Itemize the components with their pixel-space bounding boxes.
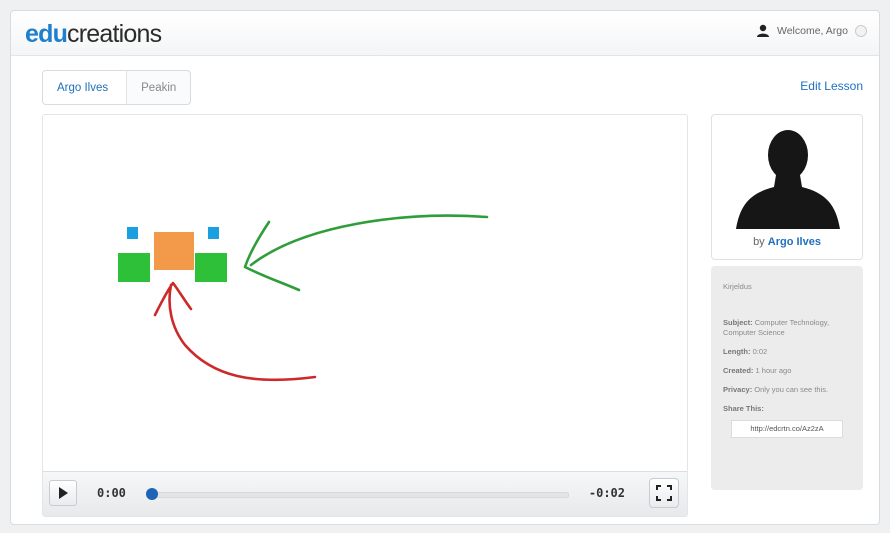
share-row: Share This: <box>723 404 851 414</box>
privacy-label: Privacy: <box>723 385 753 394</box>
share-label: Share This: <box>723 404 764 413</box>
lesson-info-panel: Kirjeldus Subject: Computer Technology, … <box>711 266 863 490</box>
logo-part-edu: edu <box>25 20 68 48</box>
app-window: educreations Welcome, Argo Argo Ilves Pe… <box>10 10 880 525</box>
privacy-row: Privacy: Only you can see this. <box>723 385 851 395</box>
description: Kirjeldus <box>723 282 752 291</box>
created-value: 1 hour ago <box>755 366 792 375</box>
green-arrow <box>243 214 489 292</box>
progress-knob[interactable] <box>146 488 158 500</box>
play-icon <box>59 487 68 499</box>
current-time: 0:00 <box>97 486 126 500</box>
length-row: Length: 0:02 <box>723 347 851 357</box>
length-value: 0:02 <box>752 347 768 356</box>
player-controls: 0:00 -0:02 <box>43 471 687 516</box>
by-label: by <box>753 236 765 248</box>
length-label: Length: <box>723 347 751 356</box>
fullscreen-icon <box>656 485 672 501</box>
blue-square-right <box>208 227 219 239</box>
share-url-field[interactable]: http://edcrtn.co/Az2zA <box>731 420 843 438</box>
dropdown-icon[interactable] <box>855 25 867 37</box>
author-byline: by Argo Ilves <box>712 236 862 248</box>
breadcrumb: Argo Ilves Peakin <box>42 70 192 105</box>
welcome-text: Welcome, Argo <box>776 25 848 37</box>
avatar[interactable] <box>736 125 840 229</box>
subject-label: Subject: <box>723 318 753 327</box>
green-square-right <box>195 253 227 282</box>
remaining-time: -0:02 <box>588 486 625 500</box>
author-name-link[interactable]: Argo Ilves <box>768 236 821 248</box>
lesson-canvas[interactable]: 0:00 -0:02 <box>42 114 688 517</box>
progress-track[interactable] <box>146 488 569 500</box>
user-menu[interactable]: Welcome, Argo <box>756 24 867 38</box>
top-bar: educreations Welcome, Argo <box>11 11 879 56</box>
logo[interactable]: educreations <box>25 20 162 49</box>
created-row: Created: 1 hour ago <box>723 366 851 376</box>
red-arrow <box>153 281 317 382</box>
breadcrumb-item-owner[interactable]: Argo Ilves <box>43 71 128 104</box>
play-button[interactable] <box>49 480 77 506</box>
orange-square <box>154 232 194 270</box>
privacy-value: Only you can see this. <box>754 385 829 394</box>
whiteboard-drawing <box>118 214 489 382</box>
logo-part-creations: creations <box>67 20 162 48</box>
breadcrumb-item-lesson[interactable]: Peakin <box>127 71 190 104</box>
blue-square-left <box>127 227 138 239</box>
subject-row: Subject: Computer Technology, Computer S… <box>723 318 851 338</box>
fullscreen-button[interactable] <box>649 478 679 508</box>
user-icon <box>756 24 770 38</box>
green-square-left <box>118 253 150 282</box>
author-card: by Argo Ilves <box>711 114 863 260</box>
edit-lesson-link[interactable]: Edit Lesson <box>800 79 863 93</box>
created-label: Created: <box>723 366 754 375</box>
